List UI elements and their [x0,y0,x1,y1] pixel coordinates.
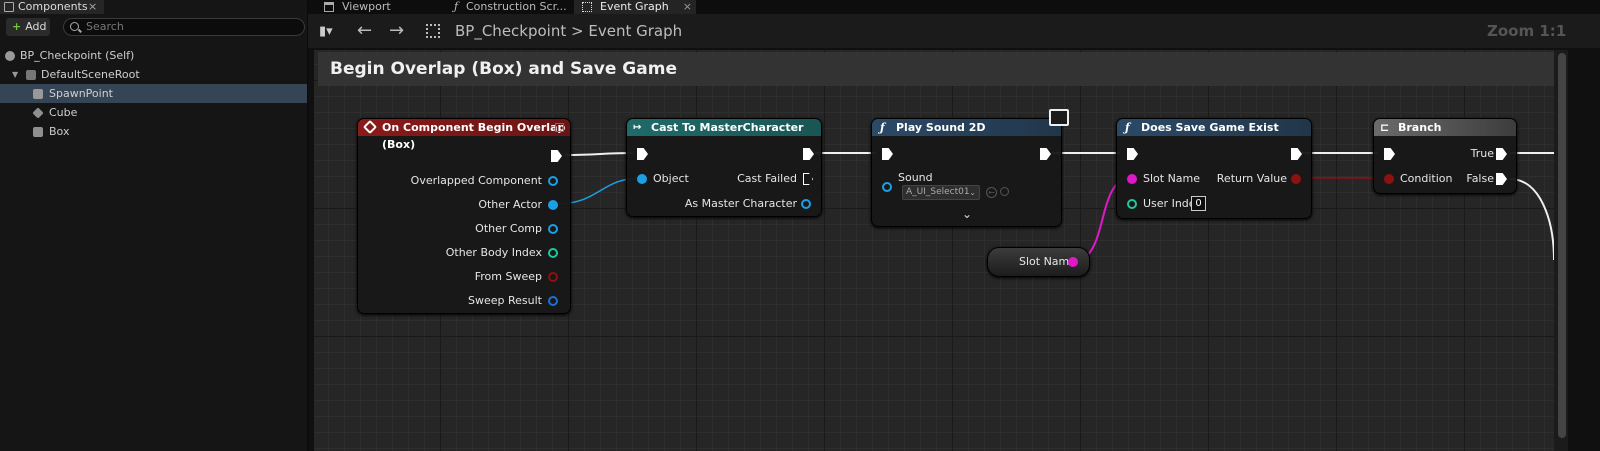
bool-pin[interactable] [1291,174,1301,184]
object-pin[interactable] [548,176,558,186]
function-icon: ƒ [1125,121,1130,134]
exec-in-pin[interactable] [1384,148,1395,160]
exec-out-pin[interactable] [1496,148,1507,160]
struct-pin[interactable] [548,296,558,306]
delegate-icon [555,123,564,132]
node-header: ƒ Does Save Game Exist [1117,119,1311,136]
pin-label: True [1470,147,1494,160]
pin-label: Sweep Result [468,294,542,307]
pin-label: Other Body Index [445,246,542,259]
bool-pin[interactable] [1384,174,1394,184]
sound-asset-value: A_UI_Select01 [906,187,970,197]
pin-label: Other Actor [478,198,542,211]
string-pin[interactable] [1068,257,1078,267]
exec-wire [1509,178,1555,261]
exec-out-pin[interactable] [803,148,814,160]
node-header: ↦ Cast To MasterCharacter [627,119,821,136]
cast-icon: ↦ [633,122,642,133]
node-title: Cast To MasterCharacter [651,121,804,134]
node-header: ⊏ Branch [1374,119,1516,136]
exec-in-pin[interactable] [637,148,648,160]
browse-asset-icon[interactable] [1000,187,1009,196]
does-save-game-exist-node[interactable]: ƒ Does Save Game Exist Slot Name Return … [1116,118,1312,219]
node-header: ƒ Play Sound 2D [872,119,1061,136]
pin-label: Condition [1400,172,1453,185]
node-header: On Component Begin Overlap (Box) [358,119,570,151]
branch-icon: ⊏ [1380,121,1390,134]
pin-label: Return Value [1216,172,1287,185]
sound-asset-dropdown[interactable]: A_UI_Select01 ⌄ [902,185,980,200]
exec-in-pin[interactable] [1127,148,1138,160]
node-title: Does Save Game Exist [1141,121,1279,134]
exec-out-pin[interactable] [1040,148,1051,160]
object-pin[interactable] [637,174,647,184]
exec-out-pin[interactable] [1496,173,1507,185]
cast-node[interactable]: ↦ Cast To MasterCharacter Object Cast Fa… [626,118,822,217]
client-only-icon [1049,109,1069,126]
use-asset-icon[interactable]: ← [986,187,997,198]
play-sound-2d-node[interactable]: ƒ Play Sound 2D Sound A_UI_Select01 ⌄ ← ⌄ [871,118,1062,227]
object-pin[interactable] [548,224,558,234]
bool-pin[interactable] [548,272,558,282]
branch-node[interactable]: ⊏ Branch True Condition False [1373,118,1517,194]
graph-wires [555,152,1555,263]
chevron-down-icon: ⌄ [969,188,976,197]
slot-name-variable-node[interactable]: Slot Name [987,247,1090,277]
node-title: Branch [1398,121,1442,134]
function-icon: ƒ [880,121,885,134]
expand-advanced-icon[interactable]: ⌄ [962,207,972,221]
pin-label: Cast Failed [737,172,797,185]
event-icon [362,119,378,135]
string-pin[interactable] [1127,174,1137,184]
exec-out-pin[interactable] [1291,148,1302,160]
pin-label: False [1466,172,1494,185]
pin-label: Slot Name [1143,172,1201,185]
event-node-begin-overlap[interactable]: On Component Begin Overlap (Box) Overlap… [357,118,571,314]
exec-in-pin[interactable] [882,148,893,160]
exec-out-pin[interactable] [551,150,562,162]
pin-label: Other Comp [475,222,542,235]
pin-label: Object [653,172,689,185]
pin-label: As Master Character [684,197,797,210]
pin-label: Overlapped Component [410,174,542,187]
int-pin[interactable] [548,248,558,258]
object-pin[interactable] [801,199,811,209]
int-pin[interactable] [1127,199,1137,209]
pin-label: Sound [898,171,933,184]
pin-label: From Sweep [474,270,542,283]
exec-out-pin-unconnected[interactable] [803,173,813,185]
node-title: Play Sound 2D [896,121,986,134]
node-title: On Component Begin Overlap (Box) [382,121,566,151]
object-pin[interactable] [882,182,892,192]
graph-scrollbar-thumb[interactable] [1558,53,1566,438]
user-index-input[interactable]: 0 [1191,196,1206,211]
exec-wire [564,152,634,156]
object-pin[interactable] [548,200,558,210]
